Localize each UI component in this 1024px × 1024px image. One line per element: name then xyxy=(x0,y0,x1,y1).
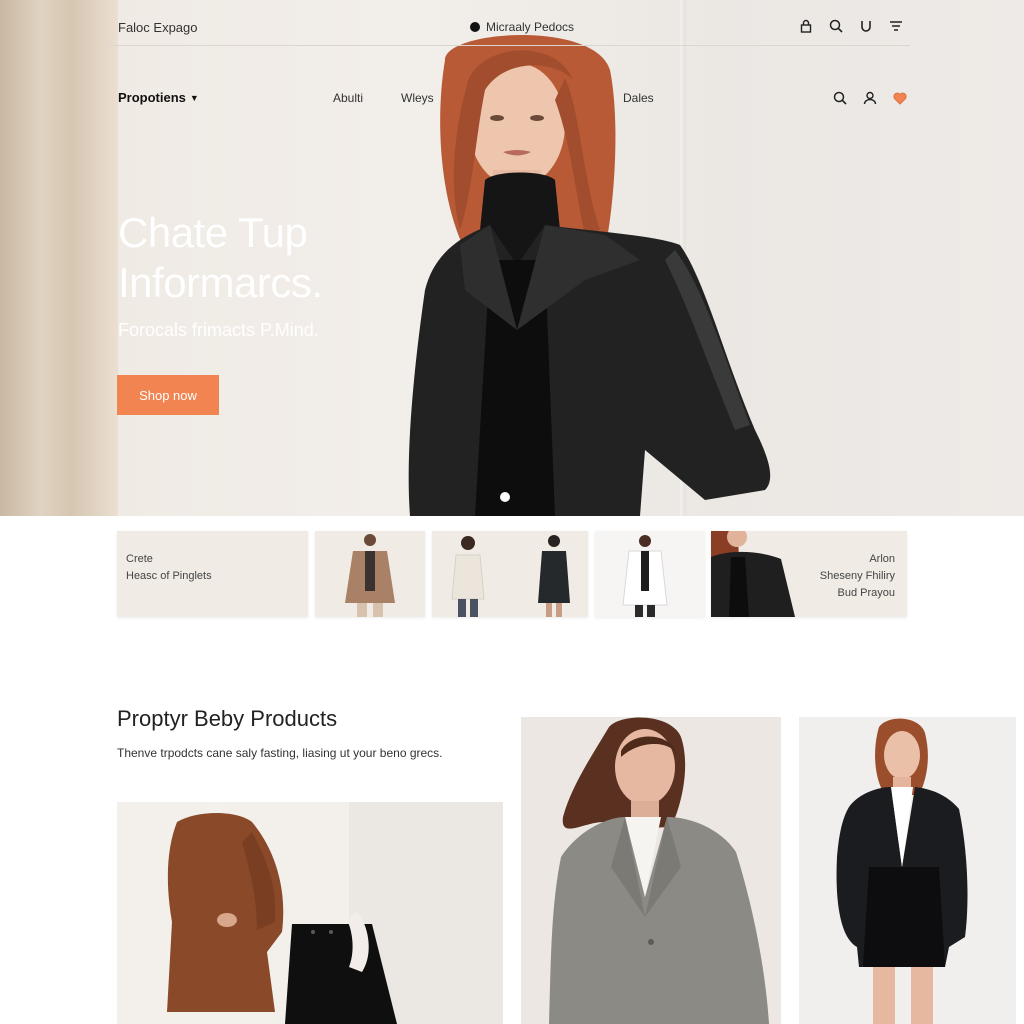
center-brand-label: Micraaly Pedocs xyxy=(486,20,575,34)
chevron-down-icon: ▼ xyxy=(189,92,199,103)
category-right-line1: Arlon xyxy=(869,553,895,565)
category-tile-text[interactable]: Crete Heasc of Pinglets xyxy=(117,531,308,617)
heart-icon[interactable] xyxy=(892,90,908,106)
category-tile-camel-coat[interactable] xyxy=(315,531,425,617)
logo-dot-icon xyxy=(470,22,480,32)
category-tile-white-coat[interactable] xyxy=(595,531,705,617)
hero-subtitle: Forocals frimacts P.Mind. xyxy=(118,320,319,340)
hero-text-block: Chate Tup Informarcs. Forocals frimacts … xyxy=(118,208,418,341)
magnet-icon[interactable] xyxy=(858,18,874,34)
nav-link-dales[interactable]: Dales xyxy=(623,91,654,105)
shop-now-button[interactable]: Shop now xyxy=(117,375,219,415)
top-bar: Faloc Expago Micraaly Pedocs xyxy=(110,0,910,46)
category-left-line1: Crete xyxy=(126,553,153,565)
products-heading: Proptyr Beby Products xyxy=(117,706,338,731)
main-nav: Propotiens ▼ Abulti Wleys Dales xyxy=(118,86,908,110)
nav-dropdown-label: Propotiens xyxy=(118,90,186,105)
brand-name[interactable]: Faloc Expago xyxy=(118,20,198,35)
product-card-brown-coat[interactable] xyxy=(117,802,503,1024)
carousel-dot[interactable] xyxy=(500,492,510,502)
product-card-black-blazer[interactable] xyxy=(799,717,1016,1024)
hero-title-line2: Informarcs. xyxy=(118,259,323,306)
category-right-line3: Bud Prayou xyxy=(837,587,895,599)
brown-coat-skirt-image xyxy=(117,802,503,1024)
camel-coat-image xyxy=(345,534,395,617)
grey-blazer-image xyxy=(521,717,781,1024)
products-description: Thenve trpodcts cane saly fasting, liasi… xyxy=(117,746,443,760)
lock-icon[interactable] xyxy=(798,18,814,34)
nav-dropdown[interactable]: Propotiens ▼ xyxy=(118,90,199,105)
category-right-line2: Sheseny Fhiliry xyxy=(819,570,895,582)
white-coat-image xyxy=(622,535,668,617)
nav-icon-group xyxy=(832,90,908,106)
hero-title-line1: Chate Tup xyxy=(118,209,308,256)
black-blazer-shorts-image xyxy=(799,717,1016,1024)
hero-banner: Faloc Expago Micraaly Pedocs Propotiens … xyxy=(0,0,1024,516)
category-left-line2: Heasc of Pinglets xyxy=(126,570,212,582)
user-icon[interactable] xyxy=(862,90,878,106)
category-tile-pair[interactable] xyxy=(432,531,588,617)
nav-link-wleys[interactable]: Wleys xyxy=(401,91,434,105)
product-card-grey-blazer[interactable] xyxy=(521,717,781,1024)
nav-link-abulti[interactable]: Abulti xyxy=(333,91,363,105)
search-icon[interactable] xyxy=(828,18,844,34)
category-tile-black-blazer[interactable]: Arlon Sheseny Fhiliry Bud Prayou xyxy=(711,531,907,617)
filter-icon[interactable] xyxy=(888,18,904,34)
search-icon[interactable] xyxy=(832,90,848,106)
center-brand[interactable]: Micraaly Pedocs xyxy=(470,20,574,34)
top-icon-group xyxy=(798,18,904,34)
curtain-backdrop xyxy=(0,0,118,516)
pair-outfits-image xyxy=(451,535,570,617)
